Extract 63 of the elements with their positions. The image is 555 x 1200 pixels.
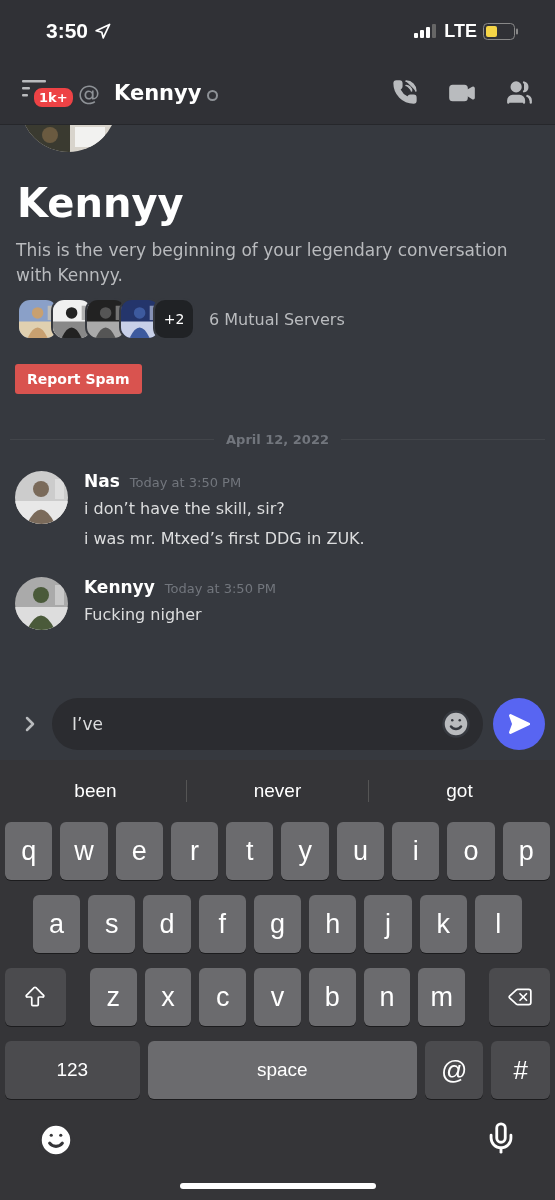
letter-key[interactable]: v <box>254 968 301 1026</box>
symbol-key[interactable]: # <box>491 1041 550 1099</box>
letter-key[interactable]: p <box>502 822 550 880</box>
status-dot <box>207 89 219 101</box>
word-suggestion[interactable]: been <box>74 780 117 801</box>
location-icon <box>94 22 112 40</box>
profile-name: Kennyy <box>17 180 185 226</box>
mutual-servers-text[interactable]: 6 Mutual Servers <box>209 309 345 329</box>
symbol-key[interactable]: @ <box>424 1041 484 1099</box>
message-text: i was mr. Mtxed’s first DDG in ZUK. <box>84 528 365 550</box>
send-icon <box>507 712 531 736</box>
message-box[interactable]: I’ve <box>52 698 483 750</box>
letter-key[interactable]: h <box>309 895 357 953</box>
letter-key[interactable]: w <box>60 822 108 880</box>
space-key[interactable]: space <box>147 1041 417 1099</box>
more-servers-badge[interactable]: +2 <box>153 298 195 340</box>
report-spam-button[interactable]: Report Spam <box>15 364 142 394</box>
intro-text: This is the very beginning of your legendary conversation with Kennyy. <box>16 239 509 287</box>
send-button[interactable] <box>493 698 545 750</box>
letter-key[interactable]: n <box>363 968 411 1026</box>
message-text: Fucking nigher <box>84 604 203 626</box>
letter-key[interactable]: g <box>253 895 302 953</box>
letter-key[interactable]: o <box>447 822 495 880</box>
signal-icon <box>414 24 439 38</box>
message-author[interactable]: Nas <box>84 471 120 491</box>
letter-key[interactable]: t <box>226 822 274 880</box>
status-time: 3:50 <box>46 19 89 43</box>
members-icon[interactable] <box>506 79 533 106</box>
letter-key[interactable]: s <box>88 895 136 953</box>
letter-key[interactable]: k <box>419 895 467 953</box>
letter-key[interactable]: c <box>199 968 247 1026</box>
letter-key[interactable]: l <box>474 895 522 953</box>
letter-key[interactable]: m <box>418 968 466 1026</box>
letter-key[interactable]: b <box>308 968 356 1026</box>
network-label: LTE <box>444 20 477 42</box>
shift-key[interactable] <box>5 968 66 1026</box>
letter-key[interactable]: q <box>5 822 53 880</box>
letter-key[interactable]: z <box>89 968 137 1026</box>
backspace-key[interactable] <box>489 968 550 1026</box>
at-sign: @ <box>78 80 100 106</box>
word-suggestion[interactable]: got <box>446 780 473 801</box>
letter-key[interactable]: e <box>115 822 163 880</box>
letter-key[interactable]: a <box>33 895 81 953</box>
letter-key[interactable]: y <box>281 822 329 880</box>
date-divider: April 12, 2022 <box>226 432 329 447</box>
letter-key[interactable]: i <box>392 822 440 880</box>
call-icon[interactable] <box>392 79 418 105</box>
message-text: i don’t have the skill, sir? <box>84 498 286 520</box>
letter-key[interactable]: x <box>144 968 192 1026</box>
message-author[interactable]: Kennyy <box>84 577 155 597</box>
emoji-icon[interactable] <box>441 709 471 739</box>
letter-key[interactable]: f <box>198 895 246 953</box>
word-suggestion[interactable]: never <box>253 780 302 801</box>
channel-title: Kennyy <box>114 81 202 105</box>
letter-key[interactable]: r <box>170 822 219 880</box>
letter-key[interactable]: j <box>364 895 412 953</box>
letter-key[interactable]: u <box>336 822 385 880</box>
letter-key[interactable]: d <box>143 895 191 953</box>
notification-badge: 1k+ <box>32 86 75 109</box>
message-time: Today at 3:50 PM <box>129 475 242 490</box>
battery-icon <box>483 22 519 40</box>
message-time: Today at 3:50 PM <box>164 581 277 596</box>
numbers-key[interactable]: 123 <box>5 1041 140 1099</box>
